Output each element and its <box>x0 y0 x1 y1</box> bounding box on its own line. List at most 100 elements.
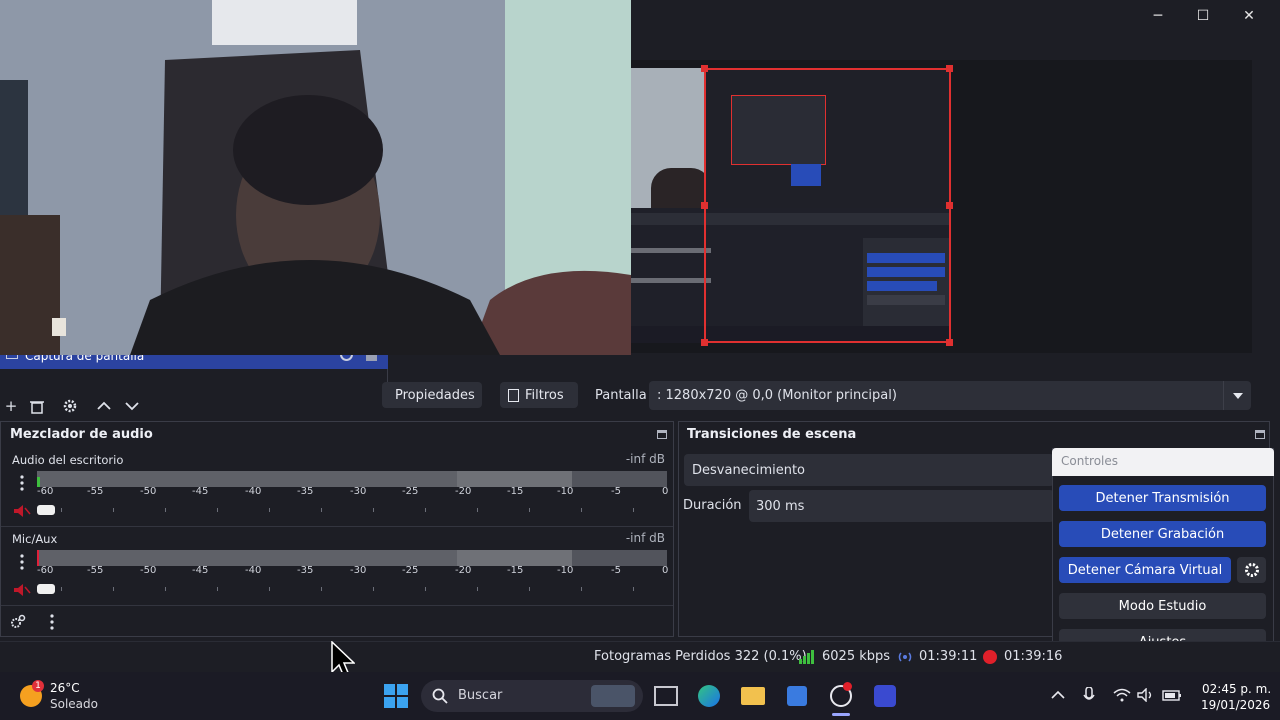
edge-button[interactable] <box>693 680 725 712</box>
close-button[interactable]: ✕ <box>1226 0 1272 32</box>
stop-stream-label: Detener Transmisión <box>1095 490 1230 506</box>
status-bar: Fotogramas Perdidos 322 (0.1%) 6025 kbps… <box>0 641 1280 671</box>
source-properties-button[interactable] <box>59 395 81 417</box>
microphone-icon[interactable] <box>1083 687 1095 705</box>
stop-virtual-camera-button[interactable]: Detener Cámara Virtual <box>1059 557 1231 583</box>
duration-value: 300 ms <box>756 498 805 514</box>
filters-label: Filtros <box>525 387 564 403</box>
controls-title: Controles <box>1061 454 1119 468</box>
duration-label: Duración <box>683 498 742 513</box>
stop-recording-button[interactable]: Detener Grabación <box>1059 521 1266 547</box>
display-select[interactable]: : 1280x720 @ 0,0 (Monitor principal) <box>649 381 1251 410</box>
app-button[interactable] <box>869 680 901 712</box>
start-button[interactable] <box>380 680 412 712</box>
duration-input[interactable]: 300 ms <box>749 490 1054 522</box>
clock-time[interactable]: 02:45 p. m. <box>1202 682 1271 696</box>
battery-icon[interactable] <box>1162 688 1182 702</box>
windows-icon <box>384 684 408 708</box>
title-bar: ─ ☐ ✕ <box>631 0 1280 32</box>
gears-icon <box>11 614 26 628</box>
advanced-audio-button[interactable] <box>10 614 26 630</box>
transitions-title: Transiciones de escena <box>687 427 857 442</box>
resize-handle[interactable] <box>701 202 708 209</box>
weather-temp: 26°C <box>50 681 80 695</box>
minimize-icon: ─ <box>1153 8 1163 24</box>
chevron-down-icon <box>125 402 139 411</box>
obs-button[interactable] <box>825 680 857 712</box>
move-down-button[interactable] <box>121 395 143 417</box>
resize-handle[interactable] <box>946 339 953 346</box>
wifi-icon[interactable] <box>1113 688 1131 702</box>
resize-handle[interactable] <box>701 65 708 72</box>
resize-handle[interactable] <box>946 65 953 72</box>
volume-slider-handle[interactable] <box>37 505 55 515</box>
channel-menu-button[interactable] <box>15 553 29 571</box>
resize-handle[interactable] <box>946 202 953 209</box>
mute-button[interactable] <box>13 583 31 597</box>
search-highlight-image <box>591 685 635 707</box>
volume-slider[interactable] <box>61 587 661 593</box>
remove-source-button[interactable] <box>26 395 48 417</box>
record-time: 01:39:16 <box>1004 649 1063 664</box>
sources-toolbar: + <box>0 392 388 420</box>
speaker-muted-icon <box>14 505 31 517</box>
more-vertical-icon <box>20 554 24 570</box>
channel-name: Mic/Aux <box>12 532 58 546</box>
record-icon <box>983 650 997 664</box>
speaker-icon[interactable] <box>1137 688 1155 702</box>
volume-slider-handle[interactable] <box>37 584 55 594</box>
meter-scale: -60 -55 -50 -45 -40 -35 -30 -25 -20 -15 … <box>37 486 669 497</box>
signal-bars-icon <box>799 650 814 664</box>
resize-handle[interactable] <box>701 339 708 346</box>
active-indicator <box>832 713 850 716</box>
taskbar-search[interactable]: Buscar <box>421 680 643 712</box>
folder-icon <box>741 687 765 705</box>
filters-button[interactable]: Filtros <box>500 382 578 408</box>
mute-button[interactable] <box>13 504 31 518</box>
store-button[interactable] <box>781 680 813 712</box>
minimize-button[interactable]: ─ <box>1135 0 1181 32</box>
audio-mixer-title: Mezclador de audio <box>10 427 153 442</box>
move-up-button[interactable] <box>93 395 115 417</box>
selection-box[interactable] <box>704 68 951 343</box>
chevron-up-icon[interactable] <box>1051 690 1065 700</box>
task-view-button[interactable] <box>650 680 682 712</box>
transition-select[interactable]: Desvanecimiento <box>684 454 1054 486</box>
bitrate: 6025 kbps <box>822 649 891 664</box>
task-view-icon <box>654 686 678 706</box>
webcam-preview <box>0 0 631 355</box>
controls-header: Controles <box>1052 448 1274 476</box>
volume-meter <box>37 550 667 566</box>
float-dock-icon[interactable] <box>657 430 667 439</box>
notification-badge: 1 <box>32 680 44 692</box>
store-icon <box>787 686 807 706</box>
stop-stream-button[interactable]: Detener Transmisión <box>1059 485 1266 511</box>
studio-mode-button[interactable]: Modo Estudio <box>1059 593 1266 619</box>
streaming-icon <box>898 652 912 662</box>
add-source-button[interactable]: + <box>0 395 22 417</box>
stop-recording-label: Detener Grabación <box>1100 526 1225 542</box>
channel-menu-button[interactable] <box>15 474 29 492</box>
volume-slider[interactable] <box>61 508 661 514</box>
dropdown-arrow-icon <box>1223 381 1251 410</box>
app-icon <box>874 685 896 707</box>
search-placeholder: Buscar <box>458 688 503 703</box>
trash-icon <box>30 400 44 414</box>
gear-icon <box>1244 563 1259 577</box>
filter-icon <box>508 388 519 402</box>
virtual-camera-settings-button[interactable] <box>1237 557 1266 583</box>
maximize-button[interactable]: ☐ <box>1180 0 1226 32</box>
close-icon: ✕ <box>1243 8 1255 24</box>
properties-label: Propiedades <box>395 387 475 403</box>
clock-date[interactable]: 19/01/2026 <box>1201 698 1270 712</box>
stream-time: 01:39:11 <box>919 649 978 664</box>
file-explorer-button[interactable] <box>737 680 769 712</box>
properties-button[interactable]: Propiedades <box>382 382 482 408</box>
recording-badge <box>843 682 852 691</box>
mixer-menu-button[interactable] <box>45 613 59 631</box>
webcam-image <box>0 0 631 355</box>
float-dock-icon[interactable] <box>1255 430 1265 439</box>
transition-value: Desvanecimiento <box>692 462 806 478</box>
weather-widget[interactable]: 1 26°C Soleado <box>18 680 128 714</box>
channel-level: -inf dB <box>625 452 665 466</box>
